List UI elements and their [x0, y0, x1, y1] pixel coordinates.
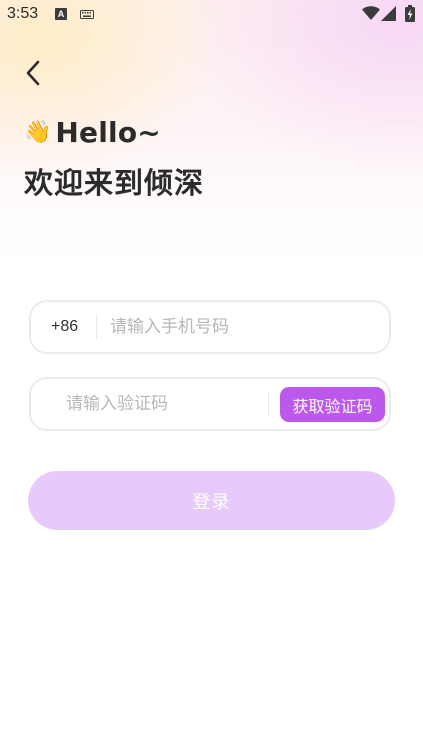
phone-field-divider: [96, 315, 97, 340]
greeting: 👋 Hello~: [24, 116, 161, 149]
status-bar: 3:53 A: [0, 0, 423, 30]
verification-code-input[interactable]: [66, 379, 256, 429]
keyboard-icon: [80, 10, 94, 19]
phone-input[interactable]: [110, 302, 370, 352]
code-field: 获取验证码: [29, 377, 391, 431]
wifi-icon: [362, 6, 380, 20]
battery-charging-icon: [405, 5, 415, 22]
waving-hand-icon: 👋: [24, 119, 52, 145]
notification-a-icon: A: [55, 8, 67, 20]
get-code-button[interactable]: 获取验证码: [280, 387, 385, 422]
phone-field: +86: [29, 300, 391, 354]
login-button[interactable]: 登录: [28, 471, 395, 530]
back-button[interactable]: [18, 58, 48, 88]
code-field-divider: [268, 392, 269, 417]
chevron-left-icon: [26, 60, 40, 86]
welcome-title: 欢迎来到倾深: [24, 166, 205, 200]
country-code-selector[interactable]: +86: [51, 302, 78, 352]
greeting-text: Hello~: [55, 116, 161, 149]
status-time: 3:53: [7, 5, 39, 22]
signal-icon: [381, 6, 396, 21]
